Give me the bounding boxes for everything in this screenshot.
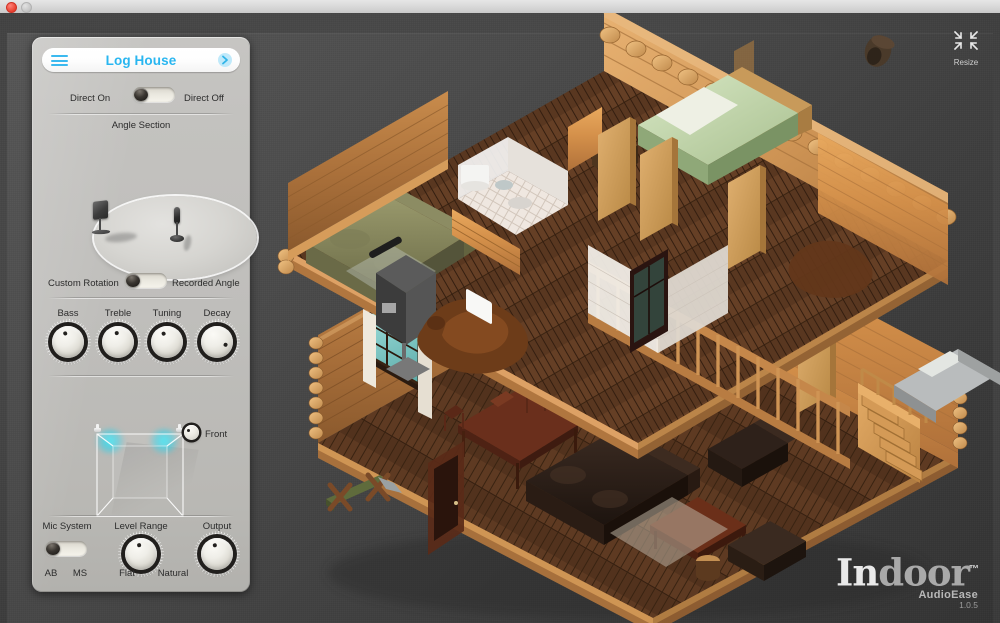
tuning-knob[interactable]: [144, 319, 190, 365]
hamburger-menu-icon[interactable]: [51, 55, 68, 66]
log-cabin-3d-render: [258, 13, 1000, 623]
application-window: Log House Direct On Direct Off Angle Sec…: [0, 0, 1000, 623]
logo-wordmark: Indoor™: [818, 552, 979, 591]
level-range-natural-label: Natural: [157, 568, 189, 579]
mic-system-title: Mic System: [42, 521, 92, 532]
bass-knob[interactable]: [45, 319, 91, 365]
preset-bar[interactable]: Log House: [42, 48, 240, 72]
window-close-button[interactable]: [6, 2, 17, 13]
preset-name-label: Log House: [105, 52, 177, 68]
divider-4: [48, 515, 234, 517]
direct-toggle[interactable]: [133, 87, 175, 102]
next-preset-arrow-icon[interactable]: [218, 53, 232, 67]
level-range-flat-label: Flat: [119, 568, 135, 579]
mic-system-ms-label: MS: [72, 568, 88, 579]
cube-light-right-icon: [176, 424, 183, 433]
mic-system-ab-label: AB: [44, 568, 58, 579]
speaker-placement-cube-icon[interactable]: [89, 422, 199, 522]
product-logo: Indoor™ AudioEase 1.0.5: [818, 552, 979, 610]
divider-3: [48, 375, 234, 377]
direct-off-label: Direct Off: [184, 93, 224, 104]
plugin-control-panel: Log House Direct On Direct Off Angle Sec…: [32, 37, 257, 592]
front-knob[interactable]: [184, 425, 199, 440]
decay-knob-label: Decay: [203, 308, 231, 319]
angle-section-title: Angle Section: [111, 120, 171, 131]
speaker-on-stand-icon[interactable]: [90, 200, 112, 236]
divider-2: [48, 297, 234, 299]
mic-system-toggle[interactable]: [45, 541, 87, 556]
window-minimize-button[interactable]: [21, 2, 32, 13]
rotation-toggle[interactable]: [125, 273, 167, 288]
treble-knob[interactable]: [95, 319, 141, 365]
logo-trademark: ™: [969, 564, 979, 575]
window-titlebar: [0, 0, 1000, 14]
recorded-angle-label: Recorded Angle: [172, 278, 240, 289]
resize-collapse-arrows-icon: [953, 30, 979, 51]
microphone-on-stand-icon[interactable]: [170, 207, 184, 249]
direct-on-label: Direct On: [70, 93, 111, 104]
resize-button[interactable]: Resize: [945, 30, 987, 67]
decay-knob[interactable]: [194, 319, 240, 365]
treble-knob-label: Treble: [104, 308, 132, 319]
front-knob-label: Front: [205, 429, 228, 440]
logo-brand-start: In: [836, 550, 879, 595]
output-knob[interactable]: [194, 531, 240, 577]
bass-knob-label: Bass: [57, 308, 79, 319]
tuning-knob-label: Tuning: [152, 308, 182, 319]
logo-brand-end: door: [878, 550, 970, 595]
logo-version: 1.0.5: [959, 600, 978, 610]
resize-label: Resize: [953, 58, 979, 67]
cube-light-left-icon: [94, 424, 101, 433]
custom-rotation-label: Custom Rotation: [48, 278, 119, 289]
divider-1: [48, 113, 234, 115]
